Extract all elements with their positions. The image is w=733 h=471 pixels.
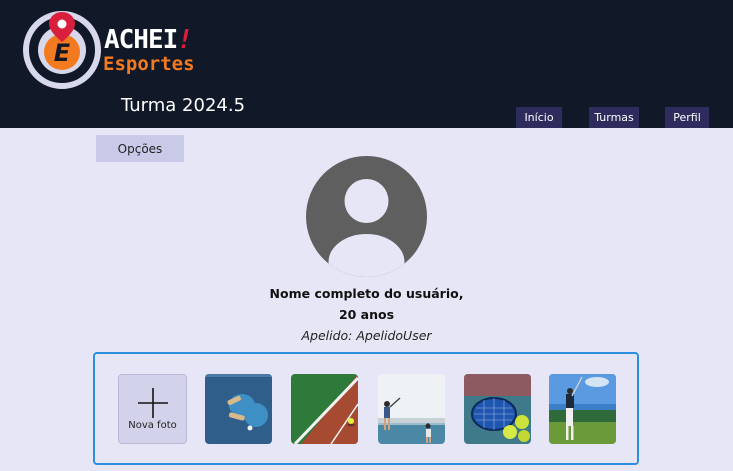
nav-perfil-button[interactable]: Perfil <box>665 107 709 128</box>
svg-text:E: E <box>54 39 71 67</box>
tennis-court-ball-photo[interactable] <box>291 374 358 444</box>
user-age: 20 anos <box>338 307 395 322</box>
plus-icon <box>138 388 168 418</box>
logo-icon: E <box>23 11 101 89</box>
add-photo-button[interactable]: Nova foto <box>118 374 187 444</box>
header: E ACHEI! Esportes Turma 2024.5 Início Tu… <box>0 0 733 128</box>
class-title: Turma 2024.5 <box>121 95 246 116</box>
options-button[interactable]: Opções <box>96 135 184 162</box>
brand-subtitle: Esportes <box>103 53 195 75</box>
tennis-players-photo[interactable] <box>378 374 445 444</box>
tennis-racket-balls-photo[interactable] <box>464 374 531 444</box>
user-full-name: Nome completo do usuário, <box>269 286 464 301</box>
user-nickname: Apelido: ApelidoUser <box>301 328 432 343</box>
nav-inicio-button[interactable]: Início <box>516 107 562 128</box>
golfer-photo[interactable] <box>549 374 616 444</box>
nav-turmas-button[interactable]: Turmas <box>589 107 639 128</box>
brand-name: ACHEI! <box>104 25 193 55</box>
ping-pong-paddles-photo[interactable] <box>205 374 272 444</box>
add-photo-label: Nova foto <box>128 420 177 431</box>
avatar-icon[interactable] <box>306 156 427 277</box>
